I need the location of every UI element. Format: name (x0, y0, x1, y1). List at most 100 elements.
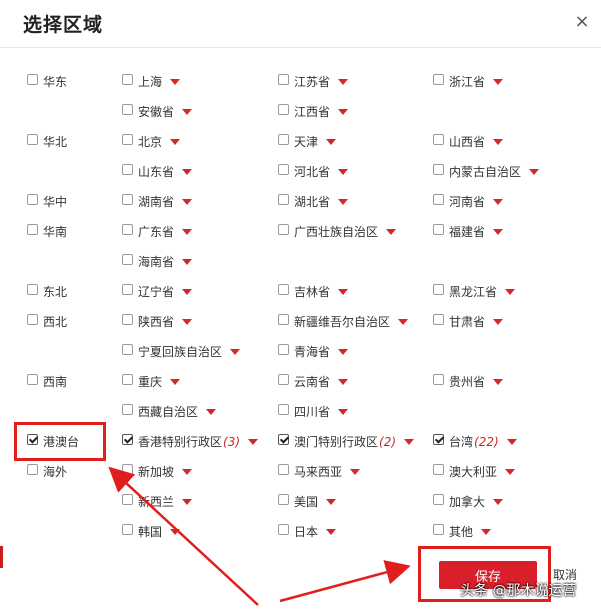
expand-caret-icon[interactable] (182, 259, 193, 265)
checkbox[interactable] (278, 523, 289, 535)
checkbox[interactable] (27, 283, 38, 295)
province-checkbox[interactable]: 其他 (433, 522, 492, 542)
expand-caret-icon[interactable] (404, 439, 415, 445)
expand-caret-icon[interactable] (398, 319, 409, 325)
expand-caret-icon[interactable] (326, 139, 337, 145)
checkbox[interactable] (278, 373, 289, 385)
expand-caret-icon[interactable] (170, 139, 181, 145)
checkbox[interactable] (122, 283, 133, 295)
province-checkbox[interactable]: 上海 (122, 72, 181, 92)
region-checkbox[interactable]: 海外 (27, 462, 67, 482)
checkbox[interactable] (27, 463, 38, 475)
province-checkbox[interactable]: 香港特别行政区 (3) (122, 432, 259, 452)
province-checkbox[interactable]: 台湾 (22) (433, 432, 517, 452)
province-checkbox[interactable]: 福建省 (433, 222, 504, 242)
province-checkbox[interactable]: 浙江省 (433, 72, 504, 92)
checkbox[interactable] (27, 73, 38, 85)
checkbox[interactable] (27, 373, 38, 385)
province-checkbox[interactable]: 加拿大 (433, 492, 504, 512)
province-checkbox[interactable]: 北京 (122, 132, 181, 152)
province-checkbox[interactable]: 宁夏回族自治区 (122, 342, 241, 362)
expand-caret-icon[interactable] (338, 169, 349, 175)
expand-caret-icon[interactable] (493, 319, 504, 325)
expand-caret-icon[interactable] (170, 79, 181, 85)
checkbox[interactable] (122, 343, 133, 355)
checkbox[interactable] (122, 523, 133, 535)
checkbox[interactable] (122, 463, 133, 475)
checkbox[interactable] (278, 403, 289, 415)
province-checkbox[interactable]: 青海省 (278, 342, 349, 362)
checkbox[interactable] (122, 223, 133, 235)
checkbox[interactable] (278, 343, 289, 355)
checkbox[interactable] (433, 283, 444, 295)
province-checkbox[interactable]: 广东省 (122, 222, 193, 242)
province-checkbox[interactable]: 韩国 (122, 522, 181, 542)
checkbox[interactable] (433, 133, 444, 145)
province-checkbox[interactable]: 吉林省 (278, 282, 349, 302)
province-checkbox[interactable]: 湖南省 (122, 192, 193, 212)
checkbox[interactable] (122, 493, 133, 505)
expand-caret-icon[interactable] (493, 229, 504, 235)
expand-caret-icon[interactable] (505, 469, 516, 475)
province-checkbox[interactable]: 海南省 (122, 252, 193, 272)
province-checkbox[interactable]: 甘肃省 (433, 312, 504, 332)
checkbox[interactable] (27, 223, 38, 235)
expand-caret-icon[interactable] (248, 439, 259, 445)
checkbox[interactable] (433, 493, 444, 505)
province-checkbox[interactable]: 西藏自治区 (122, 402, 217, 422)
expand-caret-icon[interactable] (338, 379, 349, 385)
checkbox[interactable] (278, 283, 289, 295)
expand-caret-icon[interactable] (386, 229, 397, 235)
expand-caret-icon[interactable] (338, 349, 349, 355)
province-checkbox[interactable]: 美国 (278, 492, 337, 512)
region-checkbox[interactable]: 华南 (27, 222, 67, 242)
province-checkbox[interactable]: 澳大利亚 (433, 462, 516, 482)
expand-caret-icon[interactable] (338, 79, 349, 85)
checkbox[interactable] (433, 163, 444, 175)
checkbox[interactable] (122, 193, 133, 205)
province-checkbox[interactable]: 安徽省 (122, 102, 193, 122)
province-checkbox[interactable]: 辽宁省 (122, 282, 193, 302)
province-checkbox[interactable]: 天津 (278, 132, 337, 152)
checkbox[interactable] (278, 73, 289, 85)
checkbox[interactable] (433, 523, 444, 535)
checkbox[interactable] (122, 373, 133, 385)
province-checkbox[interactable]: 贵州省 (433, 372, 504, 392)
province-checkbox[interactable]: 日本 (278, 522, 337, 542)
expand-caret-icon[interactable] (338, 289, 349, 295)
region-checkbox[interactable]: 华中 (27, 192, 67, 212)
checkbox[interactable] (278, 493, 289, 505)
checkbox[interactable] (122, 433, 133, 445)
expand-caret-icon[interactable] (338, 109, 349, 115)
expand-caret-icon[interactable] (505, 289, 516, 295)
expand-caret-icon[interactable] (529, 169, 540, 175)
checkbox[interactable] (122, 133, 133, 145)
checkbox[interactable] (433, 433, 444, 445)
province-checkbox[interactable]: 新西兰 (122, 492, 193, 512)
province-checkbox[interactable]: 广西壮族自治区 (278, 222, 397, 242)
expand-caret-icon[interactable] (182, 469, 193, 475)
checkbox[interactable] (278, 433, 289, 445)
checkbox[interactable] (122, 403, 133, 415)
close-icon[interactable]: × (572, 12, 592, 32)
province-checkbox[interactable]: 澳门特别行政区 (2) (278, 432, 415, 452)
expand-caret-icon[interactable] (170, 379, 181, 385)
expand-caret-icon[interactable] (206, 409, 217, 415)
checkbox[interactable] (433, 193, 444, 205)
expand-caret-icon[interactable] (493, 199, 504, 205)
expand-caret-icon[interactable] (182, 289, 193, 295)
province-checkbox[interactable]: 湖北省 (278, 192, 349, 212)
expand-caret-icon[interactable] (326, 529, 337, 535)
expand-caret-icon[interactable] (338, 409, 349, 415)
province-checkbox[interactable]: 江西省 (278, 102, 349, 122)
region-checkbox[interactable]: 华北 (27, 132, 67, 152)
province-checkbox[interactable]: 河南省 (433, 192, 504, 212)
province-checkbox[interactable]: 新加坡 (122, 462, 193, 482)
expand-caret-icon[interactable] (182, 199, 193, 205)
expand-caret-icon[interactable] (326, 499, 337, 505)
checkbox[interactable] (278, 313, 289, 325)
checkbox[interactable] (278, 103, 289, 115)
expand-caret-icon[interactable] (493, 499, 504, 505)
checkbox[interactable] (122, 163, 133, 175)
checkbox[interactable] (27, 193, 38, 205)
